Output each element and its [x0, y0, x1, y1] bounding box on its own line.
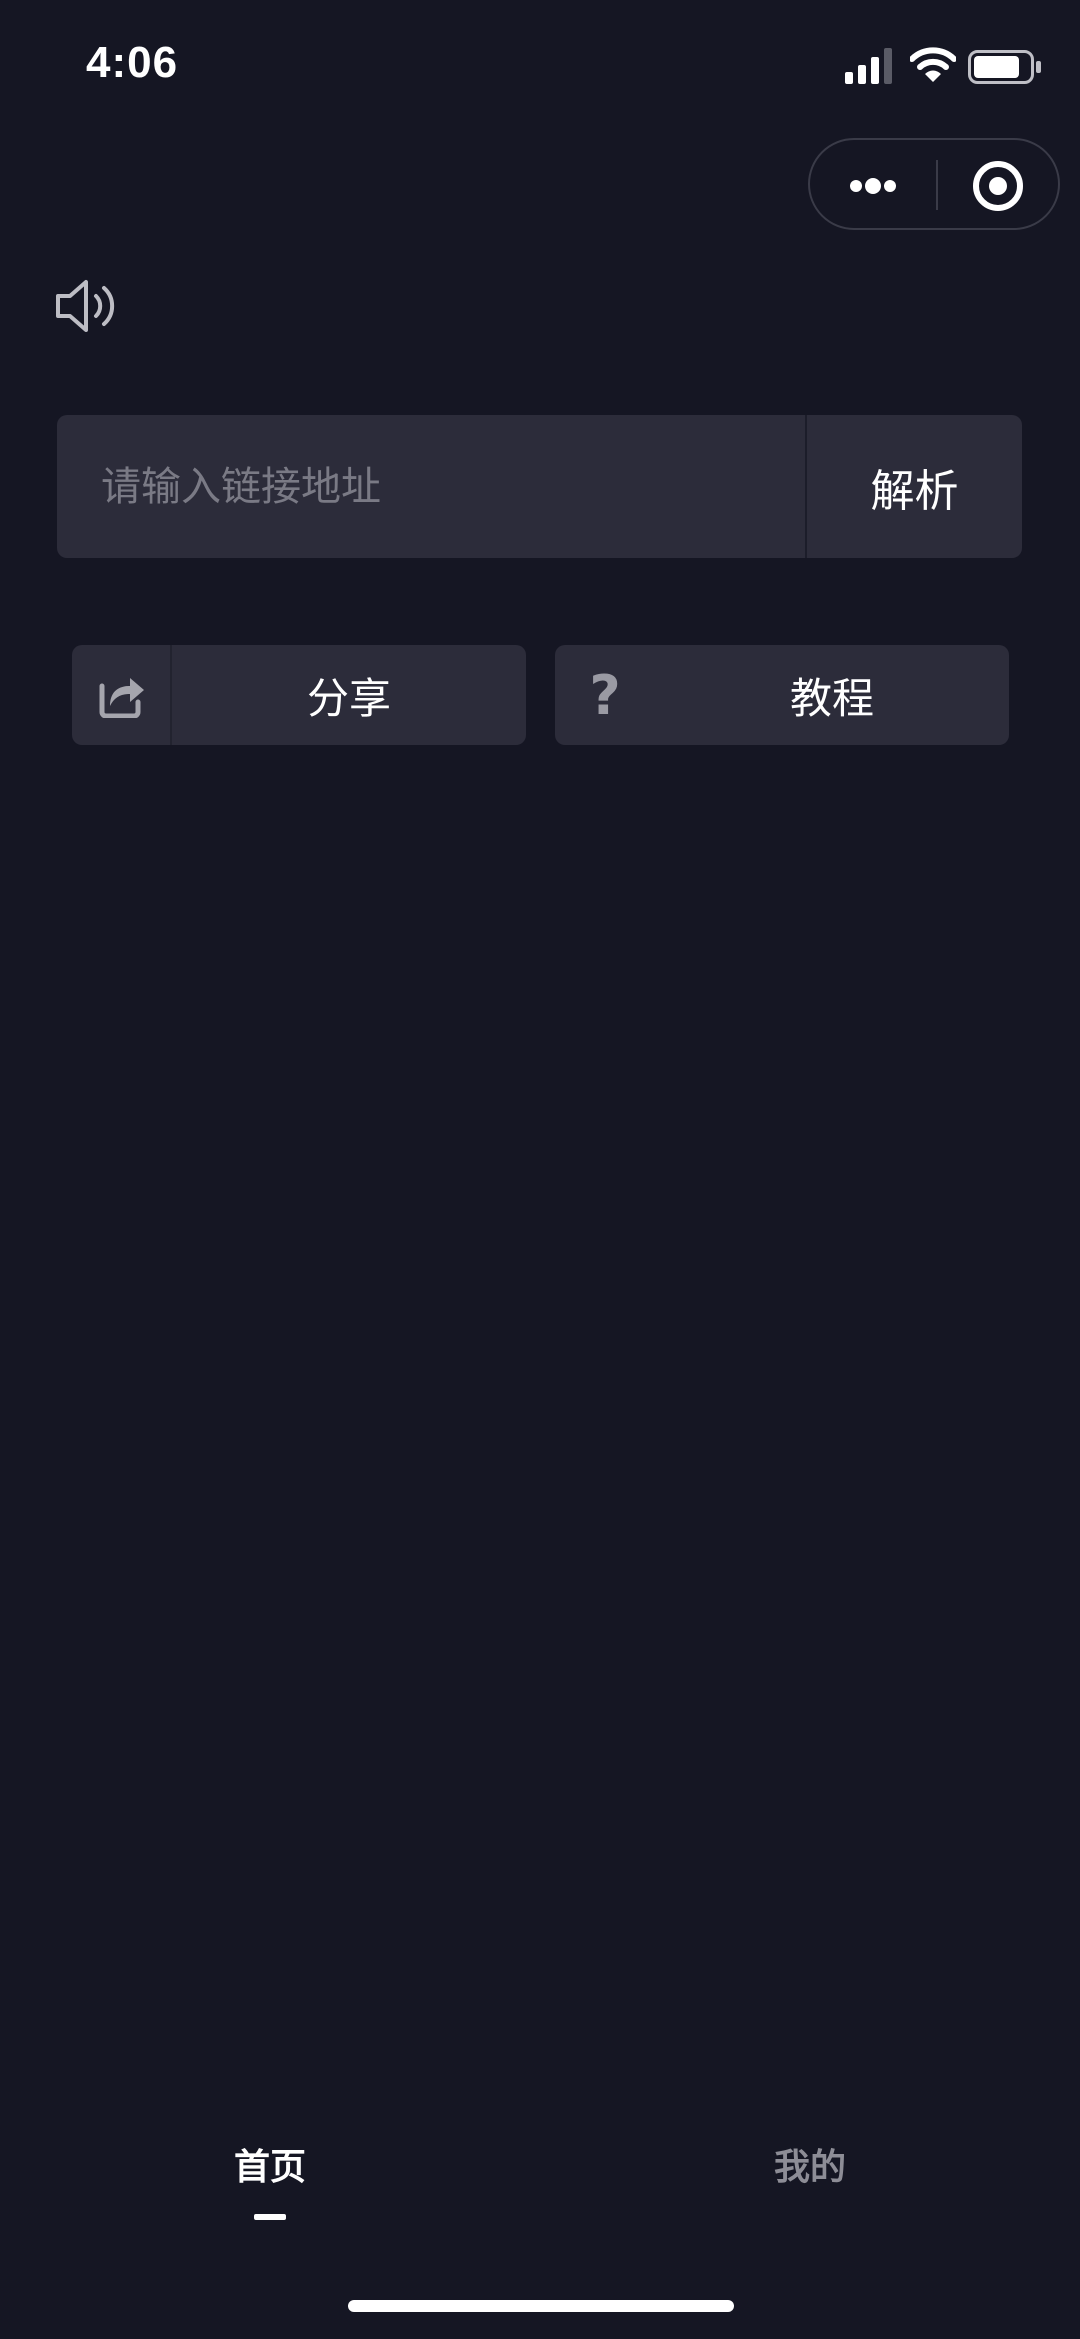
link-input[interactable] — [57, 415, 805, 558]
wifi-icon — [910, 47, 956, 82]
share-button[interactable]: 分享 — [72, 645, 526, 745]
signal-icon — [845, 48, 892, 84]
link-search-box: 解析 — [57, 415, 1022, 558]
status-time: 4:06 — [86, 38, 179, 87]
home-indicator[interactable] — [348, 2300, 734, 2312]
tab-mine[interactable]: 我的 — [660, 2110, 960, 2230]
question-icon-cell: ? — [555, 645, 655, 745]
question-icon: ? — [589, 663, 621, 727]
share-icon-cell — [72, 645, 172, 745]
mini-program-capsule — [808, 138, 1060, 230]
tab-mine-label: 我的 — [773, 2147, 846, 2188]
tutorial-button[interactable]: ? 教程 — [555, 645, 1009, 745]
active-tab-indicator — [254, 2214, 286, 2220]
more-options-button[interactable] — [810, 140, 936, 228]
speaker-icon[interactable] — [54, 276, 120, 336]
more-dots-icon — [850, 178, 896, 194]
bottom-tab-bar: 首页 我的 — [0, 2110, 1080, 2230]
tutorial-label: 教程 — [789, 673, 874, 723]
share-label: 分享 — [306, 673, 391, 723]
close-miniprogram-button[interactable] — [938, 140, 1060, 228]
close-target-icon — [973, 161, 1023, 211]
battery-icon — [968, 50, 1041, 84]
tab-home-label: 首页 — [233, 2147, 306, 2188]
parse-button[interactable]: 解析 — [807, 415, 1022, 558]
tab-home[interactable]: 首页 — [120, 2110, 420, 2230]
status-bar: 4:06 — [0, 0, 1080, 130]
share-icon — [99, 678, 144, 718]
